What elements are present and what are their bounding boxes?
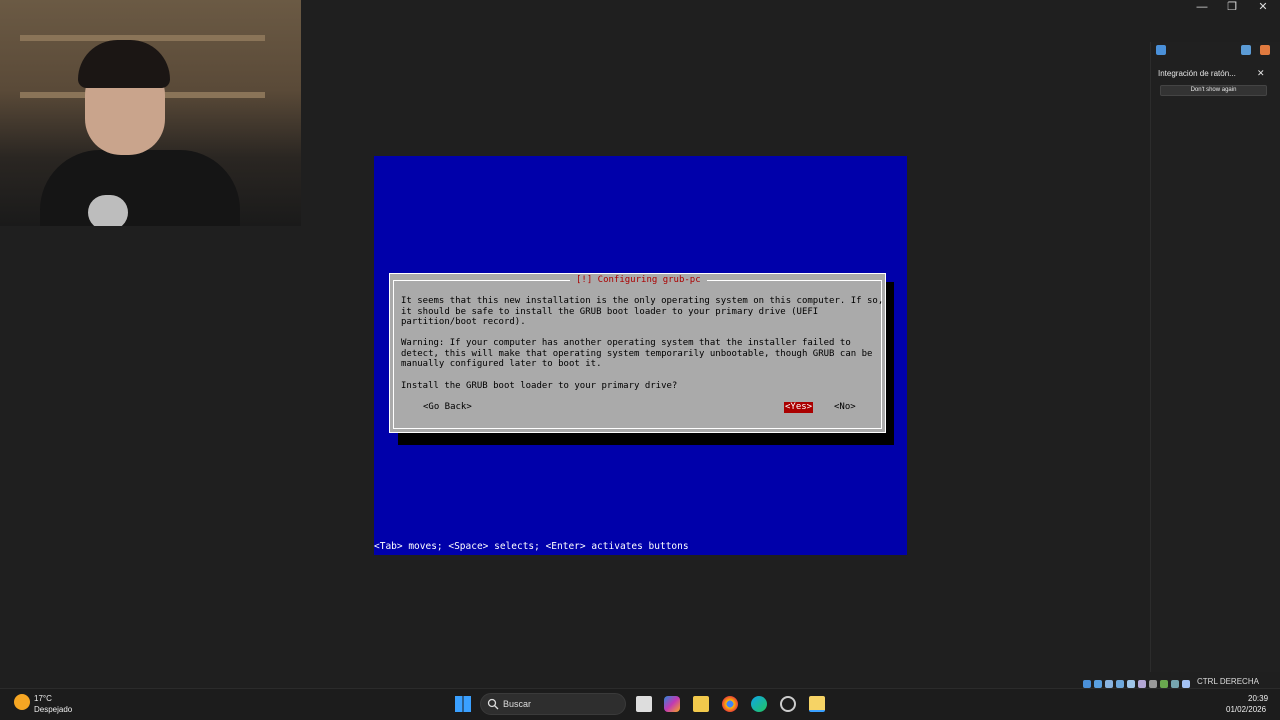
dialog-paragraph-2: Warning: If your computer has another op… <box>401 338 873 369</box>
dialog-question: Install the GRUB boot loader to your pri… <box>401 381 678 391</box>
host-key-label: CTRL DERECHA <box>1197 677 1259 686</box>
close-button[interactable]: ✕ <box>1248 0 1278 14</box>
recording-icon[interactable] <box>1160 679 1168 688</box>
person-torso <box>40 150 240 226</box>
minimize-button[interactable]: — <box>1187 0 1217 14</box>
dont-show-again-button[interactable]: Don't show again <box>1160 85 1267 96</box>
keyboard-hint: <Tab> moves; <Space> selects; <Enter> ac… <box>374 541 689 552</box>
no-button[interactable]: <No> <box>833 402 857 413</box>
grub-dialog: [!] Configuring grub-pc It seems that th… <box>389 273 886 433</box>
weather-temperature[interactable]: 17°C <box>34 694 52 703</box>
message-icon[interactable] <box>1156 45 1166 55</box>
clock-time[interactable]: 20:39 <box>1248 694 1268 703</box>
notification-title: Integración de ratón... <box>1158 69 1236 78</box>
restore-button[interactable]: ❐ <box>1217 0 1247 14</box>
shelf <box>20 35 265 41</box>
side-panel <box>1150 42 1280 672</box>
person-hair <box>78 40 170 88</box>
weather-description[interactable]: Despejado <box>34 705 72 714</box>
display-icon[interactable] <box>1149 679 1157 688</box>
shared-folder-icon[interactable] <box>1138 679 1146 688</box>
task-view-icon[interactable] <box>636 696 652 712</box>
weather-icon[interactable] <box>14 694 30 710</box>
notification-close-icon[interactable]: ✕ <box>1257 68 1265 79</box>
dialog-title: [!] Configuring grub-pc <box>570 274 707 286</box>
search-icon <box>487 698 499 710</box>
virtualbox-icon[interactable] <box>809 696 825 712</box>
obs-icon[interactable] <box>780 696 796 712</box>
file-explorer-icon[interactable] <box>693 696 709 712</box>
start-icon[interactable] <box>455 696 471 712</box>
chrome-icon[interactable] <box>722 696 738 712</box>
microphone <box>88 195 128 226</box>
yes-button[interactable]: <Yes> <box>784 402 814 413</box>
network-icon[interactable] <box>1116 679 1124 688</box>
search-placeholder: Buscar <box>503 699 532 709</box>
edge-icon[interactable] <box>751 696 767 712</box>
webcam-overlay <box>0 0 301 226</box>
mouse-integration-icon[interactable] <box>1182 679 1190 688</box>
hard-disk-icon[interactable] <box>1083 679 1091 688</box>
sort-icon[interactable] <box>1241 45 1251 55</box>
usb-icon[interactable] <box>1127 679 1135 688</box>
cpu-icon[interactable] <box>1171 679 1179 688</box>
audio-icon[interactable] <box>1105 679 1113 688</box>
search-box[interactable] <box>480 693 626 715</box>
go-back-button[interactable]: <Go Back> <box>422 402 473 413</box>
copilot-icon[interactable] <box>664 696 680 712</box>
clock-date[interactable]: 01/02/2026 <box>1226 705 1266 714</box>
dialog-paragraph-1: It seems that this new installation is t… <box>401 296 884 327</box>
settings-icon[interactable] <box>1260 45 1270 55</box>
optical-drive-icon[interactable] <box>1094 679 1102 688</box>
